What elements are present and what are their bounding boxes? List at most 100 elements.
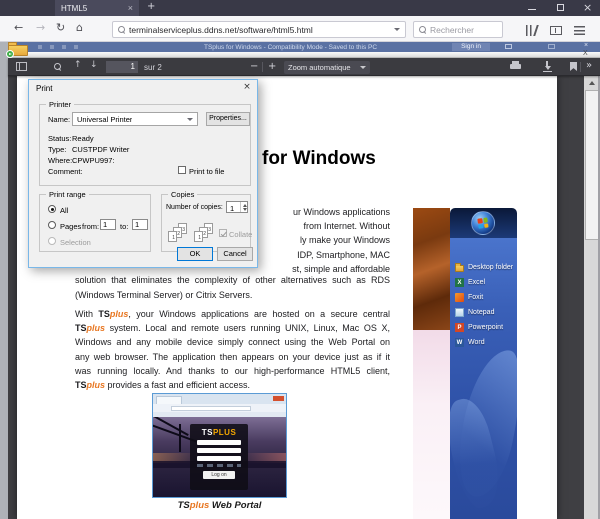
selection-label: Selection [60,238,91,247]
cancel-button[interactable]: Cancel [217,247,253,261]
print-to-file-checkbox[interactable] [178,166,186,174]
browser-tab[interactable]: HTML5 × [55,0,139,16]
home-icon[interactable]: ⌂ [76,21,83,34]
more-tools-icon[interactable]: » [586,60,592,71]
zoom-select-value: Zoom automatique [288,63,351,72]
minimize-ribbon-icon[interactable] [548,44,555,49]
selection-radio[interactable] [48,237,56,245]
night-city-scene: TSPLUS Log on [153,417,286,497]
start-menu-cap [450,208,517,238]
copies-stepper[interactable]: 1 [226,201,248,213]
login-field [197,456,241,461]
new-tab-button[interactable]: + [147,1,155,12]
dialog-close-icon[interactable]: × [239,82,255,94]
status-label: Status: [48,134,71,143]
where-value: CPWPU997: [72,156,115,165]
pale-background [413,330,450,519]
sidebar-toggle-icon[interactable] [550,26,562,35]
login-field [197,440,241,445]
properties-button[interactable]: Properties... [206,112,250,126]
dialog-title: Print [36,84,52,93]
text-line: Windows and any mobile device simply con… [75,335,390,349]
paragraph-2: With TSplus, your Windows applications a… [75,307,390,392]
url-dropdown-icon[interactable] [394,28,400,31]
window-maximize-icon[interactable] [557,4,564,11]
browser-titlebar: HTML5 × + × [0,0,600,16]
forward-icon[interactable]: → [36,21,45,34]
from-input[interactable]: 1 [100,219,116,230]
ribbon-options-icon[interactable] [505,44,512,49]
tsplus-logo: TSPLUS [190,428,248,437]
text-line: ly make your Windows [292,233,390,247]
window-close-icon[interactable]: × [583,1,592,14]
pages-label: Pages [60,222,81,231]
portal-login-panel: TSPLUS Log on [190,424,248,490]
screen: HTML5 × + × ← → ↻ ⌂ terminalserviceplus.… [0,0,600,519]
window-minimize-icon[interactable] [528,9,536,10]
copies-group: Copies Number of copies: 1 3 2 1 3 2 1 C… [161,194,251,252]
portal-caption: TSplus Web Portal [152,500,287,511]
pages-radio[interactable] [48,221,56,229]
collate-pages-icon: 3 2 1 [168,223,188,245]
print-icon[interactable] [510,63,521,71]
bookmark-icon[interactable] [570,62,577,71]
printer-group: Printer Name: Universal Printer Properti… [39,104,251,186]
menu-icon[interactable] [574,26,585,35]
bridge-tower [179,424,181,452]
tab-title: HTML5 [61,4,124,13]
menu-item-desktop-folder: Desktop folder [455,260,515,275]
print-to-file-label: Print to file [189,167,224,176]
ok-button[interactable]: OK [177,247,213,261]
library-icon[interactable] [526,25,537,36]
sidebar-toggle-icon[interactable] [16,62,27,71]
collate-checkbox[interactable] [219,229,227,237]
print-range-group: Print range All Pages from: 1 to: 1 Sele… [39,194,151,252]
search-placeholder[interactable]: Rechercher [430,25,474,35]
next-page-icon[interactable]: ↓ [90,60,98,70]
zoom-out-icon[interactable]: − [250,61,258,72]
background-close-icon[interactable]: × [584,42,588,49]
windows-flag-icon [477,217,489,229]
document-heading: for Windows [262,148,376,170]
scrollbar-thumb[interactable] [585,90,599,240]
download-icon-bar [543,71,552,72]
inner-close-icon[interactable]: X [583,50,588,57]
from-label: from: [82,222,99,231]
printer-name-value: Universal Printer [77,115,132,124]
tab-close-icon[interactable]: × [128,4,133,13]
text-line: With TSplus, your Windows applications a… [75,307,390,321]
zoom-select[interactable]: Zoom automatique [284,61,370,74]
reload-icon[interactable]: ↻ [56,21,65,34]
url-bar[interactable]: terminalserviceplus.ddns.net/software/ht… [112,21,406,38]
stepper-arrows-icon[interactable] [240,202,247,212]
background-toolbar-icon [62,45,66,49]
pdf-toolbar: ↑ ↓ 1 sur 2 − + Zoom automatique » [8,58,600,76]
previous-page-icon[interactable]: ↑ [74,60,82,70]
printer-name-select[interactable]: Universal Printer [72,112,198,126]
green-arrow-icon [6,50,14,58]
type-value: CUSTPDF Writer [72,145,129,154]
print-dialog: Print × Printer Name: Universal Printer … [28,79,258,268]
toolbar-divider [262,62,263,72]
page-number-input[interactable]: 1 [106,61,138,73]
background-toolbar-icon [50,45,54,49]
background-toolbar-icon [74,45,78,49]
name-label: Name: [48,115,70,124]
zoom-in-icon[interactable]: + [268,61,276,72]
sign-in-button[interactable]: Sign in [452,43,490,51]
back-icon[interactable]: ← [14,21,23,34]
search-icon [118,26,125,33]
text-line: any web browser. The application then ap… [75,350,390,364]
search-bar[interactable]: Rechercher [413,21,503,38]
to-input[interactable]: 1 [132,219,148,230]
url-text[interactable]: terminalserviceplus.ddns.net/software/ht… [129,25,313,35]
excel-icon: X [455,278,464,287]
all-radio[interactable] [48,205,56,213]
collate-label: Collate [229,230,252,239]
menu-item-powerpoint: P Powerpoint [455,320,515,335]
text-line: solution that eliminates the complexity … [75,273,390,287]
background-window-left-edge [0,42,8,519]
web-portal-image: TSPLUS Log on [152,393,287,498]
text-line: (Windows Terminal Server) or Citrix Serv… [75,288,390,302]
text-line: was running locally. And thanks to our h… [75,364,390,378]
